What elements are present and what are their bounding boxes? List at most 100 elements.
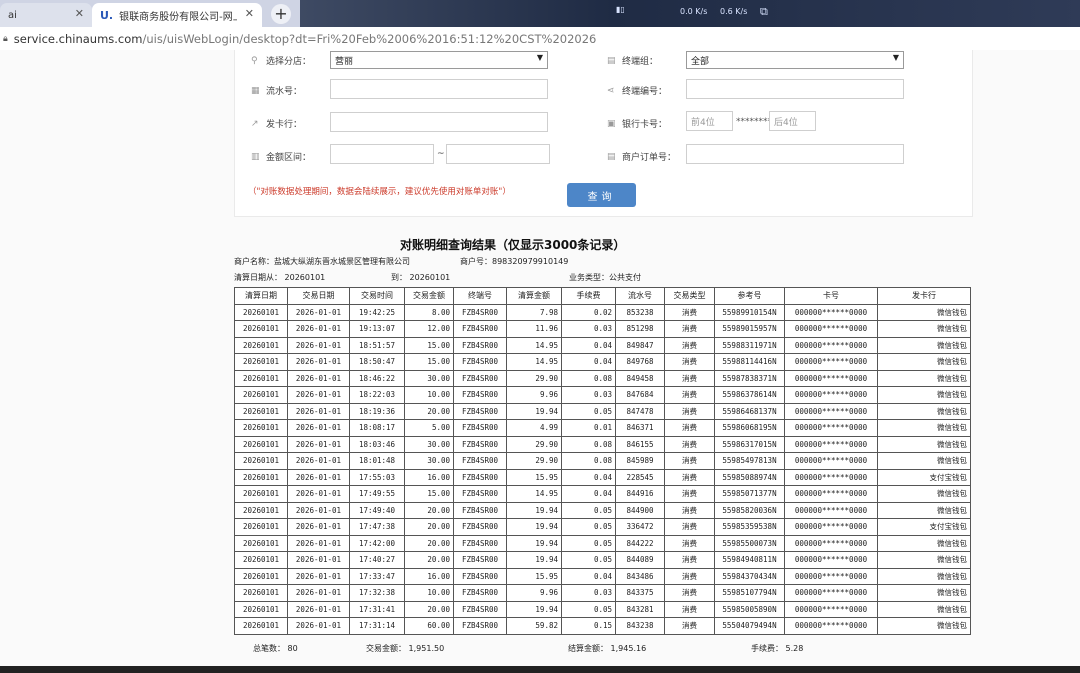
table-cell: 微信钱包 bbox=[877, 600, 971, 618]
doc-icon: ▤ bbox=[607, 151, 616, 162]
table-cell: 000000******0000 bbox=[784, 303, 878, 321]
table-cell: 20260101 bbox=[234, 435, 288, 453]
table-cell: 17:47:38 bbox=[349, 518, 405, 536]
store-select[interactable]: 营丽 ▼ bbox=[330, 51, 548, 69]
card-last4-input[interactable]: 后4位 bbox=[769, 111, 816, 131]
amount-max-input[interactable] bbox=[446, 144, 550, 164]
terminal-no-input[interactable] bbox=[686, 79, 904, 99]
serial-input[interactable] bbox=[330, 79, 548, 99]
order-input[interactable] bbox=[686, 144, 904, 164]
address-bar[interactable]: 🔒︎ service.chinaums.com/uis/uisWebLogin/… bbox=[0, 27, 1080, 51]
net-speed-down: 0.0 K/s bbox=[680, 7, 708, 16]
table-cell: 55984940811N bbox=[714, 551, 785, 569]
table-row: 20260101 2026-01-01 17:31:14 60.00 FZB4SR00 5… bbox=[234, 617, 971, 635]
table-cell: 15.95 bbox=[506, 468, 562, 486]
table-cell: 17:40:27 bbox=[349, 551, 405, 569]
table-cell: 0.08 bbox=[561, 435, 616, 453]
terminal-group-select[interactable]: 全部 ▼ bbox=[686, 51, 904, 69]
table-cell: FZB4SR00 bbox=[453, 336, 507, 354]
card-first4-input[interactable]: 前4位 bbox=[686, 111, 733, 131]
share-icon: ⋖ bbox=[607, 85, 615, 96]
table-cell: 846371 bbox=[615, 419, 665, 437]
table-cell: 0.05 bbox=[561, 600, 616, 618]
table-cell: 000000******0000 bbox=[784, 534, 878, 552]
settle-date-to: 到： 20260101 bbox=[391, 273, 451, 282]
table-cell: 消费 bbox=[664, 402, 715, 420]
table-cell: 20260101 bbox=[234, 402, 288, 420]
table-cell: 10.00 bbox=[404, 584, 454, 602]
table-cell: 849458 bbox=[615, 369, 665, 387]
bottom-edge bbox=[0, 666, 1080, 673]
table-cell: 7.98 bbox=[506, 303, 562, 321]
table-cell: 17:42:00 bbox=[349, 534, 405, 552]
browser-tab-active[interactable]: U. 银联商务股份有限公司-网上服务 ✕ bbox=[92, 3, 262, 27]
table-cell: 17:32:38 bbox=[349, 584, 405, 602]
table-cell: 55985820036N bbox=[714, 501, 785, 519]
desktop-strip: ▮▯ 0.0 K/s 0.6 K/s ⧉ bbox=[300, 0, 1080, 27]
table-cell: 0.05 bbox=[561, 518, 616, 536]
table-cell: FZB4SR00 bbox=[453, 452, 507, 470]
amount-min-input[interactable] bbox=[330, 144, 434, 164]
table-cell: 0.15 bbox=[561, 617, 616, 635]
table-cell: 16.00 bbox=[404, 567, 454, 585]
table-cell: 20260101 bbox=[234, 551, 288, 569]
table-row: 20260101 2026-01-01 17:55:03 16.00 FZB4SR00 1… bbox=[234, 468, 971, 486]
table-cell: 000000******0000 bbox=[784, 485, 878, 503]
table-cell: 微信钱包 bbox=[877, 369, 971, 387]
table-cell: 55985088974N bbox=[714, 468, 785, 486]
table-cell: 消费 bbox=[664, 452, 715, 470]
table-cell: 20260101 bbox=[234, 452, 288, 470]
table-cell: 844089 bbox=[615, 551, 665, 569]
table-cell: 000000******0000 bbox=[784, 435, 878, 453]
table-cell: 15.00 bbox=[404, 485, 454, 503]
table-cell: 消费 bbox=[664, 320, 715, 338]
table-cell: 000000******0000 bbox=[784, 353, 878, 371]
table-cell: 228545 bbox=[615, 468, 665, 486]
table-cell: 2026-01-01 bbox=[287, 369, 350, 387]
new-tab-button[interactable]: + bbox=[271, 4, 291, 24]
table-cell: 847684 bbox=[615, 386, 665, 404]
close-icon[interactable]: ✕ bbox=[75, 7, 84, 20]
table-cell: 消费 bbox=[664, 369, 715, 387]
settle-date-from: 清算日期从： 20260101 bbox=[234, 273, 326, 282]
browser-tab[interactable]: ai ✕ bbox=[0, 3, 92, 27]
merchant-name: 商户名称：盐城大纵湖东晋水城景区管理有限公司 bbox=[234, 257, 410, 266]
table-cell: 0.03 bbox=[561, 320, 616, 338]
table-cell: 0.04 bbox=[561, 468, 616, 486]
table-cell: 000000******0000 bbox=[784, 402, 878, 420]
table-cell: 55984370434N bbox=[714, 567, 785, 585]
table-cell: 14.95 bbox=[506, 336, 562, 354]
table-cell: 18:01:48 bbox=[349, 452, 405, 470]
table-cell: 849768 bbox=[615, 353, 665, 371]
table-cell: FZB4SR00 bbox=[453, 551, 507, 569]
table-cell: 4.99 bbox=[506, 419, 562, 437]
table-cell: 微信钱包 bbox=[877, 386, 971, 404]
table-cell: 60.00 bbox=[404, 617, 454, 635]
screenshot-icon[interactable]: ⧉ bbox=[760, 5, 768, 19]
table-cell: 20260101 bbox=[234, 419, 288, 437]
table-cell: 000000******0000 bbox=[784, 336, 878, 354]
table-cell: 2026-01-01 bbox=[287, 617, 350, 635]
issuer-input[interactable] bbox=[330, 112, 548, 132]
table-cell: 18:50:47 bbox=[349, 353, 405, 371]
table-cell: 微信钱包 bbox=[877, 485, 971, 503]
table-cell: 消费 bbox=[664, 600, 715, 618]
table-cell: 微信钱包 bbox=[877, 320, 971, 338]
table-cell: 14.95 bbox=[506, 485, 562, 503]
url-path: /uis/uisWebLogin/desktop?dt=Fri%20Feb%20… bbox=[142, 31, 597, 46]
table-cell: 55986468137N bbox=[714, 402, 785, 420]
table-cell: 0.05 bbox=[561, 534, 616, 552]
table-cell: FZB4SR00 bbox=[453, 320, 507, 338]
close-icon[interactable]: ✕ bbox=[245, 7, 254, 20]
column-header: 终端号 bbox=[453, 287, 507, 305]
table-cell: FZB4SR00 bbox=[453, 584, 507, 602]
table-cell: 19:42:25 bbox=[349, 303, 405, 321]
column-header: 交易类型 bbox=[664, 287, 715, 305]
amount-separator: ~ bbox=[437, 149, 445, 159]
query-button[interactable]: 查询 bbox=[567, 183, 636, 207]
table-cell: 55988311971N bbox=[714, 336, 785, 354]
table-cell: 微信钱包 bbox=[877, 336, 971, 354]
table-cell: 19.94 bbox=[506, 551, 562, 569]
table-cell: 17:33:47 bbox=[349, 567, 405, 585]
table-cell: 20260101 bbox=[234, 336, 288, 354]
